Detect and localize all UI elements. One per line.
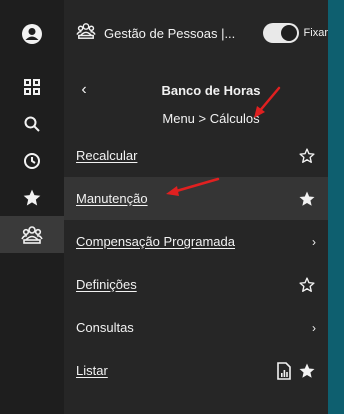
menu-item-label: Definições: [76, 277, 137, 292]
menu-panel: Gestão de Pessoas |... Fixar ‹ Banco de …: [64, 0, 328, 414]
chevron-right-icon: ›: [312, 234, 316, 249]
menu-item-definicoes[interactable]: Definições: [64, 263, 328, 306]
chevron-right-icon: ›: [312, 320, 316, 335]
menu-item-listar[interactable]: Listar: [64, 349, 328, 392]
menu-item-consultas[interactable]: Consultas ›: [64, 306, 328, 349]
menu-item-label: Compensação Programada: [76, 234, 235, 249]
star-filled-icon[interactable]: [298, 362, 316, 380]
star-filled-icon[interactable]: [298, 190, 316, 208]
section-header: ‹ Banco de Horas Menu > Cálculos: [64, 66, 328, 130]
menu-item-compensacao[interactable]: Compensação Programada ›: [64, 220, 328, 263]
menu-item-recalcular[interactable]: Recalcular: [64, 134, 328, 177]
page-title: Banco de Horas: [161, 83, 261, 98]
app-header: Gestão de Pessoas |... Fixar: [64, 0, 328, 66]
app-title[interactable]: Gestão de Pessoas |...: [104, 26, 235, 41]
menu-list: Recalcular Manutenção Compensação Progra…: [64, 134, 328, 392]
report-icon[interactable]: [276, 361, 292, 380]
menu-item-label: Consultas: [76, 320, 134, 335]
menu-item-label: Listar: [76, 363, 108, 378]
menu-item-label: Manutenção: [76, 191, 148, 206]
search-icon[interactable]: [0, 105, 64, 142]
user-icon[interactable]: [0, 0, 64, 68]
icon-rail: [0, 0, 64, 414]
star-outline-icon[interactable]: [298, 276, 316, 294]
star-outline-icon[interactable]: [298, 147, 316, 165]
people-icon: [76, 22, 96, 45]
grid-icon[interactable]: [0, 68, 64, 105]
star-icon[interactable]: [0, 179, 64, 216]
pin-label: Fixar: [303, 27, 328, 39]
clock-icon[interactable]: [0, 142, 64, 179]
menu-item-label: Recalcular: [76, 148, 138, 163]
menu-item-manutencao[interactable]: Manutenção: [64, 177, 328, 220]
breadcrumb: Menu > Cálculos: [162, 111, 260, 126]
people-icon[interactable]: [0, 216, 64, 253]
background-strip: [328, 0, 344, 414]
pin-toggle[interactable]: [263, 23, 299, 43]
